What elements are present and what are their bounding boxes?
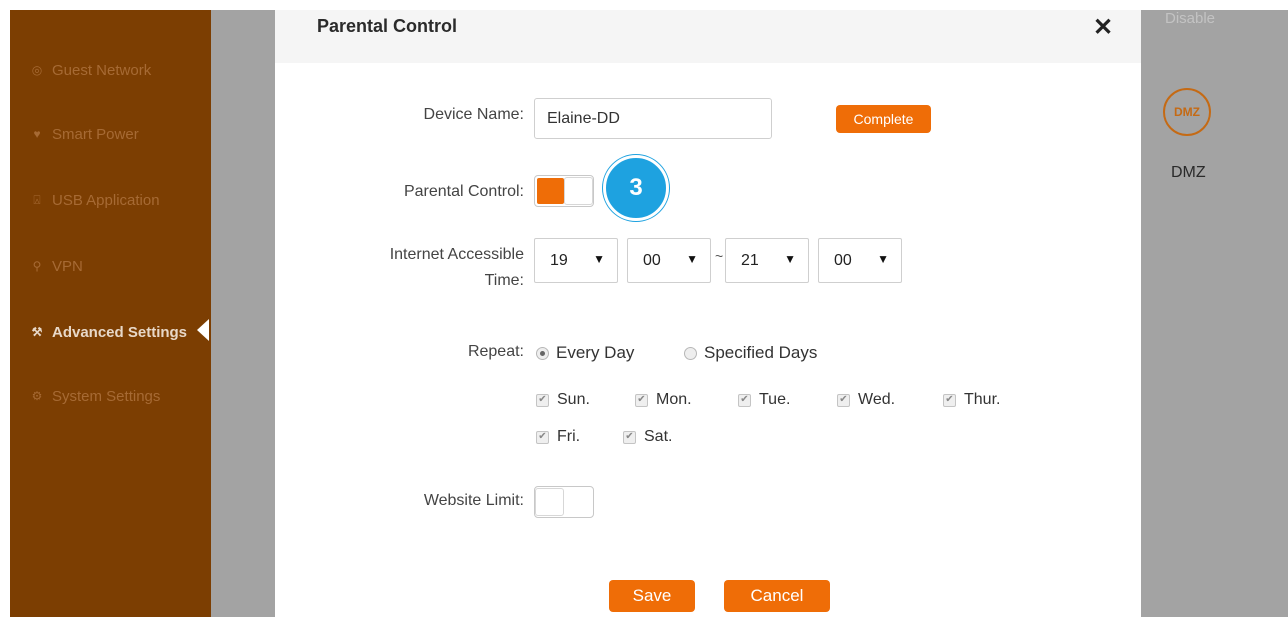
radio-selected-icon <box>536 346 549 360</box>
gear-icon: ⚙ <box>31 389 43 403</box>
repeat-specified-days-radio[interactable]: Specified Days <box>684 343 817 363</box>
vpn-icon: ⚲ <box>32 259 42 273</box>
day-checkbox-tue[interactable]: ✔ Tue. <box>738 391 790 409</box>
radio-label: Specified Days <box>704 343 818 362</box>
label-line-1: Internet Accessible <box>389 246 524 263</box>
checkbox-label: Sun. <box>557 391 590 408</box>
parental-control-label: Parental Control: <box>403 183 524 200</box>
select-value: 19 <box>550 251 568 269</box>
complete-button[interactable]: Complete <box>836 105 931 133</box>
chevron-down-icon: ▼ <box>686 252 698 266</box>
dialog-title: Parental Control <box>317 16 458 36</box>
sidebar: ◎ Guest Network ♥ Smart Power ⍓ USB Appl… <box>10 10 211 617</box>
label-line-2: Time: <box>484 272 524 289</box>
sidebar-item-label: Advanced Settings <box>52 323 188 341</box>
select-value: 00 <box>834 251 852 269</box>
sidebar-item-label: USB Application <box>52 191 160 209</box>
parental-control-dialog: Parental Control ✕ Device Name: Complete… <box>275 10 1141 617</box>
time-range-separator: ~ <box>715 248 724 264</box>
wrench-icon: ⚒ <box>31 325 43 339</box>
day-checkbox-fri[interactable]: ✔ Fri. <box>536 428 580 446</box>
website-limit-toggle[interactable] <box>534 486 594 518</box>
dialog-header: Parental Control ✕ <box>275 10 1141 63</box>
checkbox-label: Fri. <box>557 428 581 445</box>
checkbox-label: Sat. <box>644 428 673 445</box>
start-minute-select[interactable]: 00 ▼ <box>627 238 711 283</box>
checkbox-checked-icon: ✔ <box>536 430 549 444</box>
checkbox-checked-icon: ✔ <box>536 393 549 407</box>
dmz-label: DMZ <box>1171 164 1206 181</box>
toggle-knob <box>535 488 564 516</box>
checkbox-checked-icon: ✔ <box>635 393 648 407</box>
day-checkbox-thur[interactable]: ✔ Thur. <box>943 391 1000 409</box>
active-item-pointer <box>197 319 209 341</box>
overlay-left <box>211 10 275 617</box>
checkbox-checked-icon: ✔ <box>943 393 956 407</box>
save-button[interactable]: Save <box>609 580 695 612</box>
device-name-input[interactable] <box>534 98 772 139</box>
dmz-icon: DMZ <box>1163 88 1211 136</box>
checkbox-label: Mon. <box>656 391 692 408</box>
close-icon[interactable]: ✕ <box>1091 12 1115 42</box>
internet-accessible-time-label: Internet Accessible Time: <box>390 242 524 294</box>
day-checkbox-sun[interactable]: ✔ Sun. <box>536 391 590 409</box>
sidebar-item-system-settings[interactable]: ⚙ System Settings <box>30 384 161 408</box>
checkbox-label: Thur. <box>964 391 1001 408</box>
website-limit-label: Website Limit: <box>423 492 524 509</box>
sidebar-item-advanced-settings[interactable]: ⚒ Advanced Settings <box>30 320 187 344</box>
toggle-on-fill <box>537 178 564 204</box>
cancel-button[interactable]: Cancel <box>724 580 830 612</box>
chevron-down-icon: ▼ <box>593 252 605 266</box>
end-hour-select[interactable]: 21 ▼ <box>725 238 809 283</box>
disable-status-text: Disable <box>1165 10 1216 27</box>
sidebar-item-label: System Settings <box>52 387 161 405</box>
toggle-knob <box>564 177 593 205</box>
sidebar-item-guest-network[interactable]: ◎ Guest Network <box>30 58 151 82</box>
day-checkbox-wed[interactable]: ✔ Wed. <box>837 391 895 409</box>
start-hour-select[interactable]: 19 ▼ <box>534 238 618 283</box>
sidebar-item-smart-power[interactable]: ♥ Smart Power <box>30 122 139 146</box>
checkbox-checked-icon: ✔ <box>623 430 636 444</box>
overlay-right: Disable DMZ DMZ <box>1141 10 1288 617</box>
sidebar-item-vpn[interactable]: ⚲ VPN <box>30 254 83 278</box>
chevron-down-icon: ▼ <box>877 252 889 266</box>
checkbox-label: Wed. <box>858 391 896 408</box>
checkbox-checked-icon: ✔ <box>837 393 850 407</box>
day-checkbox-sat[interactable]: ✔ Sat. <box>623 428 672 446</box>
page: ◎ Guest Network ♥ Smart Power ⍓ USB Appl… <box>0 0 1288 617</box>
device-name-label: Device Name: <box>423 106 524 123</box>
chevron-down-icon: ▼ <box>784 252 796 266</box>
usb-icon: ⍓ <box>33 192 41 207</box>
step-number-badge: 3 <box>603 155 669 221</box>
radio-label: Every Day <box>556 343 635 362</box>
day-checkbox-mon[interactable]: ✔ Mon. <box>635 391 692 409</box>
radio-unselected-icon <box>684 346 697 360</box>
repeat-every-day-radio[interactable]: Every Day <box>536 343 634 363</box>
globe-icon: ◎ <box>31 63 43 77</box>
repeat-label: Repeat: <box>467 343 524 360</box>
sidebar-item-usb-application[interactable]: ⍓ USB Application <box>30 188 160 212</box>
checkbox-label: Tue. <box>759 391 791 408</box>
sidebar-item-label: Guest Network <box>52 61 152 79</box>
checkbox-checked-icon: ✔ <box>738 393 751 407</box>
sidebar-item-label: VPN <box>52 257 83 275</box>
parental-control-toggle[interactable] <box>534 175 594 207</box>
select-value: 00 <box>643 251 661 269</box>
select-value: 21 <box>741 251 759 269</box>
end-minute-select[interactable]: 00 ▼ <box>818 238 902 283</box>
sidebar-item-label: Smart Power <box>52 125 139 143</box>
power-leaf-icon: ♥ <box>33 127 41 141</box>
